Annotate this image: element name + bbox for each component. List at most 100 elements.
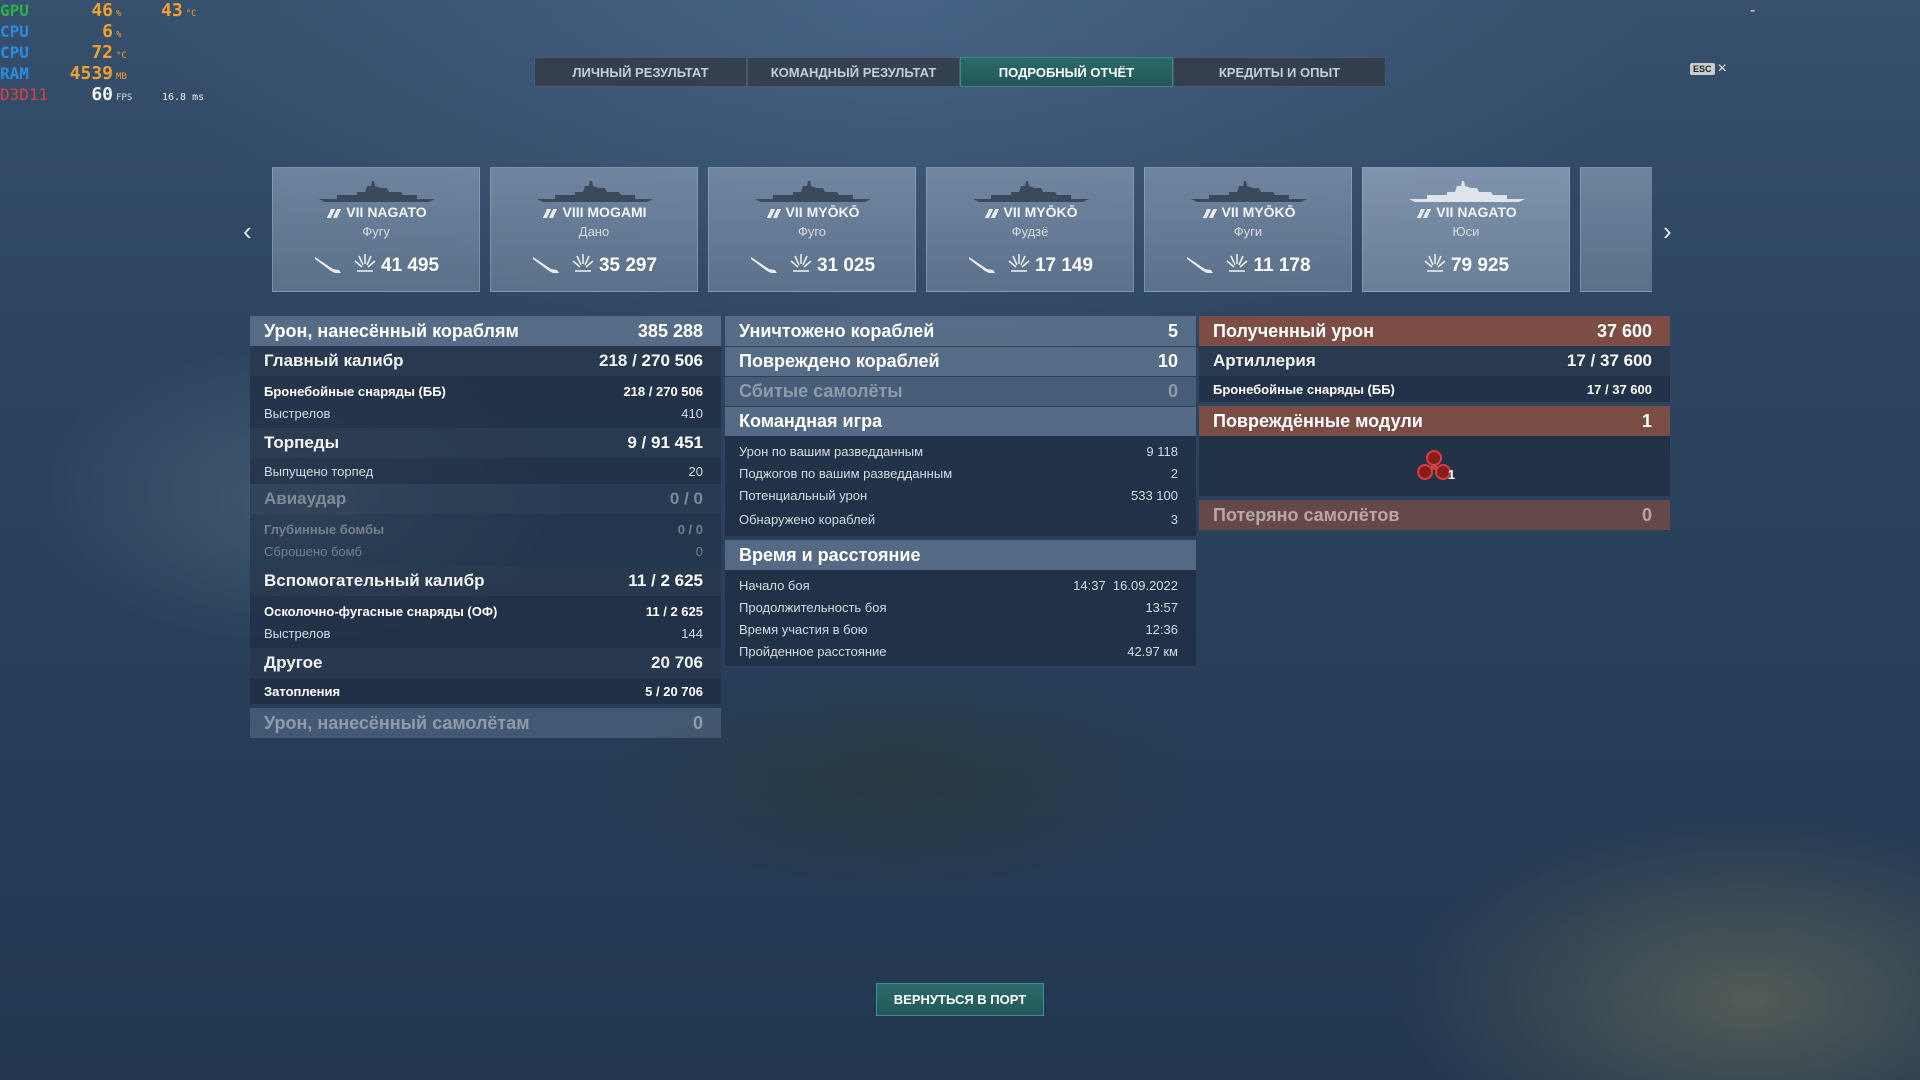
secondary-battery-row: Вспомогательный калибр 11 / 2 625 (250, 566, 721, 596)
ship-damage: 17 149 (1007, 251, 1093, 281)
close-results[interactable]: ESC × (1690, 60, 1727, 78)
ap-shells-row: Бронебойные снаряды (ББ) 218 / 270 506 (250, 376, 721, 402)
artillery-row: Артиллерия 17 / 37 600 (1199, 346, 1670, 376)
hw-unit: °C (116, 51, 127, 61)
ship-card[interactable]: VII MYŌKŌ Фуги 11 178 (1144, 167, 1352, 292)
result-tabs: ЛИЧНЫЙ РЕЗУЛЬТАТ КОМАНДНЫЙ РЕЗУЛЬТАТ ПОД… (534, 57, 1386, 87)
damage-value: 35 297 (598, 255, 658, 276)
ship-damage-info: 31 025 (709, 251, 915, 281)
ship-card-partial[interactable] (1580, 167, 1652, 292)
stat-label: Потеряно самолётов (1213, 504, 1400, 525)
planes-shot-row: Сбитые самолёты 0 (725, 376, 1196, 406)
ship-card[interactable]: VII MYŌKŌ Фуго 31 025 (708, 167, 916, 292)
ship-tier: VII (1003, 204, 1021, 220)
ship-damage-info: 11 178 (1145, 251, 1351, 281)
ship-card[interactable]: VIII MOGAMI Дано 35 297 (490, 167, 698, 292)
ship-card[interactable]: VII MYŌKŌ Фудзё 17 149 (926, 167, 1134, 292)
ship-silhouette-icon (971, 180, 1091, 207)
tab-personal-result[interactable]: ЛИЧНЫЙ РЕЗУЛЬТАТ (534, 57, 747, 87)
battle-summary-panel: Уничтожено кораблей 5 Повреждено корабле… (725, 316, 1196, 666)
ship-tier: VII (785, 204, 803, 220)
stat-label: Урон, нанесённый самолётам (264, 712, 530, 733)
ship-tier: VII (1221, 204, 1239, 220)
hw-value: 4539 (69, 63, 113, 84)
damage-value: 91 451 (651, 433, 703, 452)
section-title: Время и расстояние (739, 544, 921, 565)
ship-tier: VII (1436, 204, 1454, 220)
damage-value: 11 178 (1253, 255, 1311, 276)
damage-value: 2 625 (660, 571, 703, 590)
stat-label: Потенциальный урон (739, 487, 868, 503)
stat-label: Повреждено кораблей (739, 351, 940, 371)
chevron-left-icon[interactable]: ‹ (243, 216, 252, 247)
stat-value: 144 (681, 625, 703, 641)
stat-value: 3 (1170, 511, 1178, 527)
ship-card[interactable]: VII NAGATO Юси 79 925 (1362, 167, 1570, 292)
stat-value: 10 (1157, 351, 1178, 371)
chevron-right-icon[interactable]: › (1663, 216, 1672, 247)
stat-value: 218 / 270 506 (599, 351, 703, 370)
hw-label: CPU (0, 22, 29, 41)
hw-value: 72 (91, 42, 113, 63)
hw-fps-row: D3D11 60 FPS 16.8 ms (0, 84, 204, 105)
stat-label: Урон, нанесённый кораблям (264, 320, 519, 341)
torpedo-icon (313, 253, 343, 280)
return-to-port-button[interactable]: ВЕРНУТЬСЯ В ПОРТ (876, 983, 1044, 1016)
hw-value: 60 (91, 84, 113, 105)
damaged-modules-row: Повреждённые модули 1 (1199, 406, 1670, 436)
player-name: Фугу (362, 224, 390, 239)
ship-damage-row: Урон, нанесённый кораблям 385 288 (250, 316, 721, 346)
ships-spotted-row: Обнаружено кораблей 3 (725, 506, 1196, 536)
time-distance-header: Время и расстояние (725, 540, 1196, 570)
hw-label: RAM (0, 64, 29, 83)
damage-value: 79 925 (1450, 255, 1510, 276)
stat-value: 20 (688, 463, 703, 479)
tab-credits-xp[interactable]: КРЕДИТЫ И ОПЫТ (1173, 57, 1386, 87)
hw-temp-unit: °C (185, 9, 197, 19)
hw-unit: % (116, 9, 122, 19)
hw-unit: MB (116, 72, 127, 82)
hits-value: 9 (627, 433, 637, 452)
hw-cpu-row: CPU 6 % (0, 21, 204, 42)
hw-ram-row: RAM 4539 MB (0, 63, 204, 84)
stat-value: 13:57 (1145, 599, 1178, 615)
ship-class-icon (764, 208, 781, 218)
damage-value: 37 600 (1612, 381, 1652, 397)
damage-value: 20 706 (663, 683, 703, 699)
ship-card[interactable]: VII NAGATO Фугу 41 495 (272, 167, 480, 292)
torpedo-icon (967, 253, 997, 280)
ship-name-label: MYŌKŌ (1024, 204, 1078, 220)
stat-label: Продолжительность боя (739, 599, 887, 615)
torpedoes-row: Торпеды 9 / 91 451 (250, 428, 721, 458)
stat-label: Авиаудар (264, 489, 347, 508)
minimize-button[interactable]: - (1750, 2, 1755, 20)
tab-detailed-report[interactable]: ПОДРОБНЫЙ ОТЧЁТ (960, 57, 1173, 87)
stat-value: 42.97 км (1127, 643, 1178, 659)
destroyed-row: Уничтожено кораблей 5 (725, 316, 1196, 346)
hw-value: 46 (91, 0, 113, 21)
stat-value: 1 (1641, 410, 1652, 431)
tab-team-result[interactable]: КОМАНДНЫЙ РЕЗУЛЬТАТ (747, 57, 960, 87)
esc-key-hint: ESC (1690, 63, 1715, 75)
ship-silhouette-icon (1189, 180, 1309, 207)
close-icon[interactable]: × (1718, 60, 1727, 78)
damage-value: 0 (693, 489, 703, 508)
damage-received-row: Полученный урон 37 600 (1199, 316, 1670, 346)
ship-name: VII NAGATO (273, 204, 479, 220)
damage-received-panel: Полученный урон 37 600 Артиллерия 17 / 3… (1199, 316, 1670, 530)
module-damage-count: 1 (1447, 466, 1456, 482)
ship-name-label: MYŌKŌ (806, 204, 860, 220)
planes-lost-row: Потеряно самолётов 0 (1199, 500, 1670, 530)
ship-damage: 79 925 (1423, 251, 1509, 281)
damage-icon (353, 251, 377, 281)
damage-icon (571, 251, 595, 281)
ship-class-icon (1200, 208, 1217, 218)
plane-damage-row: Урон, нанесённый самолётам 0 (250, 708, 721, 738)
hw-cpu-temp-row: CPU 72 °C (0, 42, 204, 63)
damage-value: 41 495 (380, 255, 440, 276)
ship-damage-info: 79 925 (1363, 251, 1569, 281)
spotting-fires-row: Поджогов по вашим разведданным 2 (725, 462, 1196, 484)
depth-charges-row: Глубинные бомбы 0 / 0 (250, 514, 721, 540)
ship-class-icon (982, 208, 999, 218)
battle-duration-row: Продолжительность боя 13:57 (725, 596, 1196, 618)
